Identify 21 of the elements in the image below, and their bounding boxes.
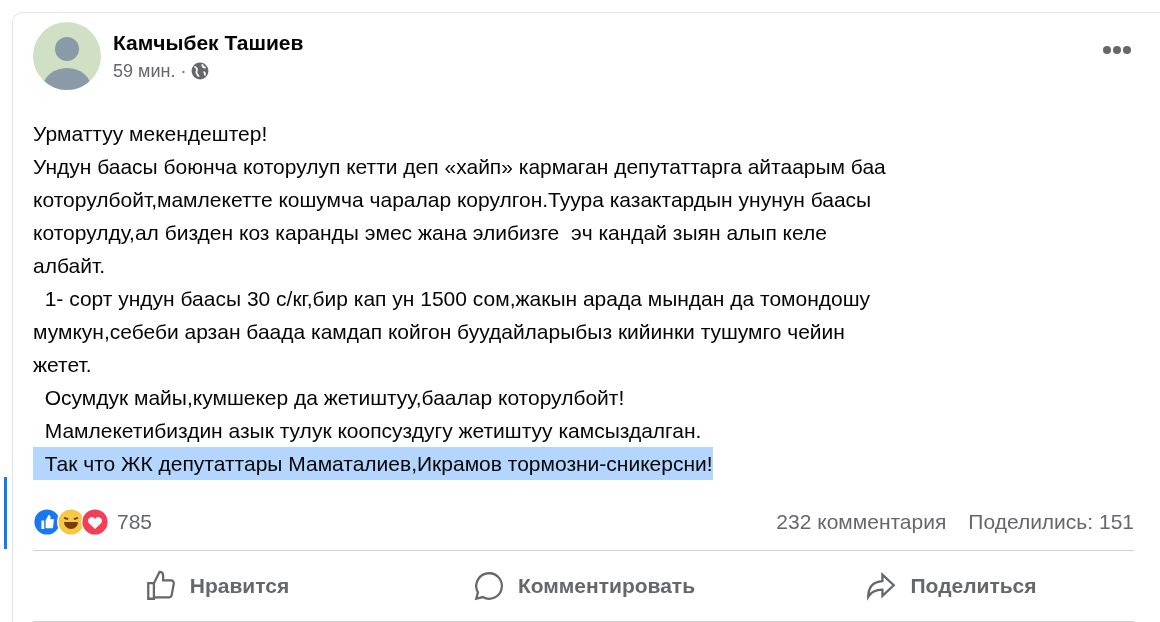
shares-count[interactable]: Поделились: 151	[968, 510, 1134, 534]
comments-count[interactable]: 232 комментария	[776, 510, 947, 534]
heart-reaction-icon	[81, 508, 109, 536]
author-name[interactable]: Камчыбек Ташиев	[113, 30, 1090, 55]
like-button[interactable]: Нравится	[33, 551, 400, 621]
comment-button[interactable]: Комментировать	[400, 551, 767, 621]
reactions-count[interactable]: 785	[117, 510, 153, 534]
post-paragraph: Осумдук майы,кумшекер да жетиштуу,баалар которулбойт!	[43, 385, 625, 411]
separator: ·	[180, 60, 187, 82]
laughing-reaction-icon	[57, 508, 85, 536]
like-reaction-icon	[33, 508, 61, 536]
globe-icon	[191, 62, 210, 80]
post-paragraph: Так что ЖК депутаттары Маматалиев,Икрамов тормозни-сникерсни!	[33, 447, 713, 480]
post-paragraph: Мамлекетибиздин азык тулук коопсуздугу жетиштуу камсыздалган.	[43, 418, 702, 444]
focus-bar	[4, 477, 7, 549]
post-paragraph: Урматтуу мекендештер!	[33, 121, 268, 147]
more-options-icon[interactable]	[1102, 45, 1132, 55]
post-paragraph: 1- сорт ундун баасы 30 с/кг,бир кап ун 1500 сом,жакын арада мындан да томондошу мумкун,себеби арзан баада камдап койгон буудайларыбыз кийинки тушумго чейин жетет.	[33, 286, 871, 378]
post-paragraph: Ундун баасы боюнча которулуп кетти деп «хайп» кармаган депутаттарга айтаарым баа которулбойт,мамлекетте кошумча чаралар корулгон.Туура казактардын унунун баасы которулду,ал бизден коз каранды эмес жана элибизге эч кандай зыян алып келе албайт.	[33, 154, 886, 279]
share-button[interactable]: Поделиться	[767, 551, 1134, 621]
post-time[interactable]: 59 мин.	[113, 60, 176, 82]
